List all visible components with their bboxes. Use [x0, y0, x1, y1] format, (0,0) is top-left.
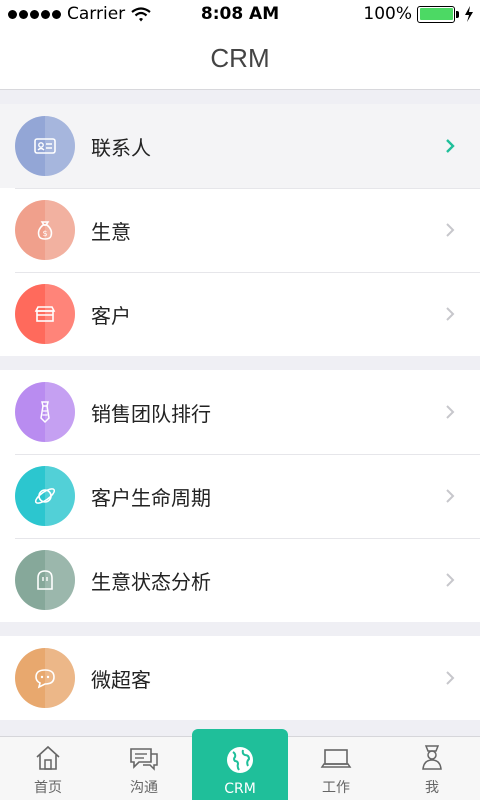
chevron-right-icon: [438, 218, 462, 242]
planet-icon: [15, 466, 75, 526]
svg-text:$: $: [42, 229, 47, 238]
tab-crm[interactable]: CRM: [192, 729, 288, 800]
page-title: CRM: [210, 43, 270, 73]
tie-icon: [15, 382, 75, 442]
battery-percent: 100%: [363, 4, 412, 24]
nav-bar: CRM: [0, 28, 480, 90]
menu-group-social: 微超客: [0, 636, 480, 720]
menu-item-contacts[interactable]: 联系人: [0, 104, 480, 188]
tab-home[interactable]: 首页: [0, 737, 96, 800]
store-icon: [15, 284, 75, 344]
tab-label: 工作: [322, 780, 350, 796]
menu-item-label: 客户: [91, 303, 131, 328]
battery-icon: [417, 5, 459, 23]
tab-bar: 首页 沟通 CRM 工作 我: [0, 729, 480, 800]
chevron-right-icon: [438, 666, 462, 690]
home-icon: [36, 745, 60, 770]
money-bag-icon: $: [15, 200, 75, 260]
menu-item-customer-lifecycle[interactable]: 客户生命周期: [0, 454, 480, 538]
chevron-right-icon: [438, 568, 462, 592]
chevron-right-icon: [438, 134, 462, 158]
menu-item-label: 微超客: [91, 667, 151, 692]
chat-bubble-icon: [15, 648, 75, 708]
chevron-right-icon: [438, 484, 462, 508]
menu-item-micro-customer[interactable]: 微超客: [0, 636, 480, 720]
tab-label: CRM: [224, 781, 256, 797]
tab-me[interactable]: 我: [384, 737, 480, 800]
globe-icon: [227, 747, 253, 773]
charging-icon: [465, 6, 473, 22]
contacts-icon: [15, 116, 75, 176]
menu-item-label: 生意状态分析: [91, 569, 211, 594]
menu-item-label: 销售团队排行: [91, 401, 211, 426]
tab-chat[interactable]: 沟通: [96, 737, 192, 800]
menu-item-business-status[interactable]: 生意状态分析: [0, 538, 480, 622]
chevron-right-icon: [438, 400, 462, 424]
tab-label: 我: [425, 780, 439, 796]
tab-label: 沟通: [130, 780, 158, 796]
menu-item-customers[interactable]: 客户: [0, 272, 480, 356]
menu-item-label: 联系人: [91, 135, 151, 160]
menu-item-label: 生意: [91, 219, 131, 244]
status-bar: Carrier 8:08 AM 100%: [0, 0, 480, 28]
user-icon: [422, 745, 442, 770]
laptop-icon: [320, 749, 352, 768]
crm-menu: 联系人 $ 生意 客户 销售团队排行 客户生命周期 生意状态分析 微超客: [0, 90, 480, 736]
menu-item-label: 客户生命周期: [91, 485, 211, 510]
chat-icon: [130, 748, 158, 771]
menu-group-analysis: 销售团队排行 客户生命周期 生意状态分析: [0, 370, 480, 622]
chevron-right-icon: [438, 302, 462, 326]
tab-label: 首页: [34, 780, 62, 796]
menu-item-business[interactable]: $ 生意: [0, 188, 480, 272]
tab-work[interactable]: 工作: [288, 737, 384, 800]
menu-group-core: 联系人 $ 生意 客户: [0, 104, 480, 356]
menu-item-sales-ranking[interactable]: 销售团队排行: [0, 370, 480, 454]
tombstone-icon: [15, 550, 75, 610]
